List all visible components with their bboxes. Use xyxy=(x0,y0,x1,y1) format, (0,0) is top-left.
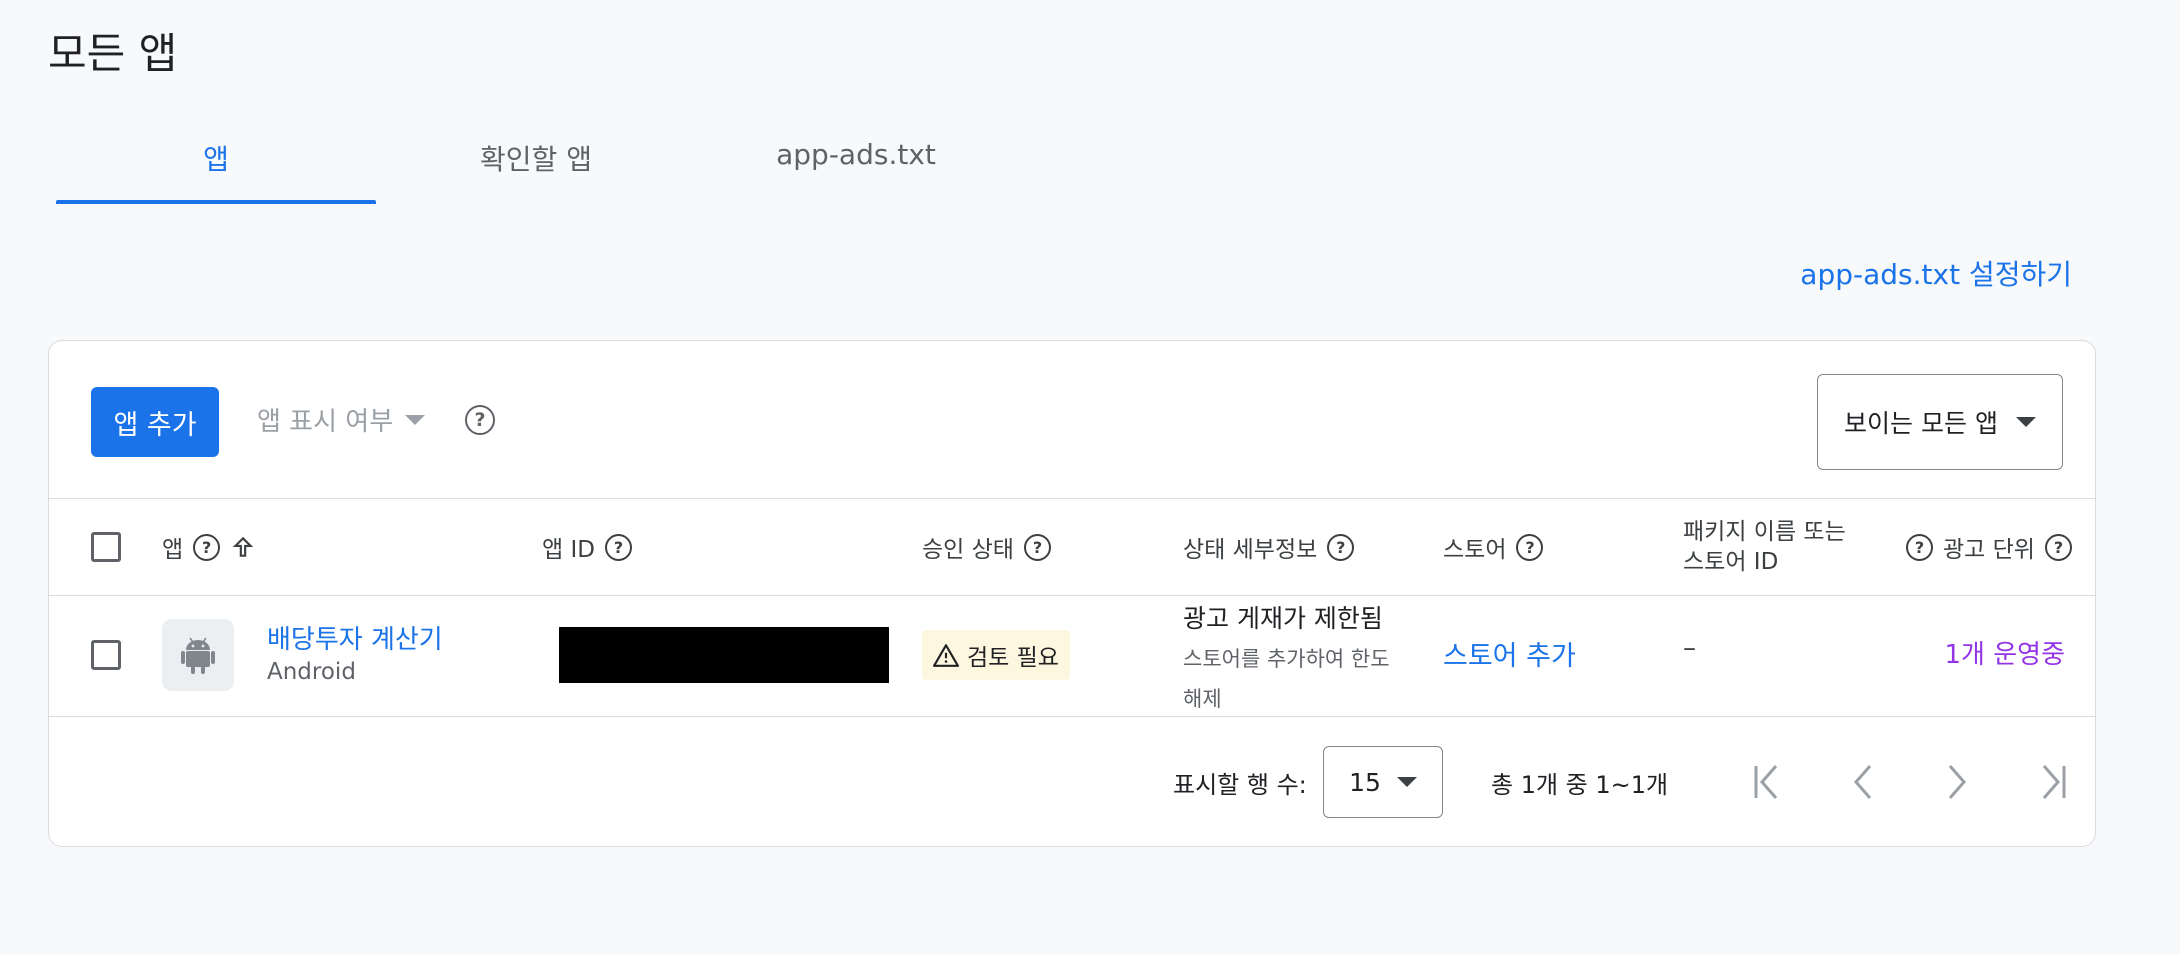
table-row: 배당투자 계산기 Android 검토 필요 광고 게재가 제한됨 스토어를 추… xyxy=(49,595,2095,716)
app-visibility-label: 앱 표시 여부 xyxy=(257,407,394,437)
column-header-app-id: 앱 ID ? xyxy=(542,499,632,595)
apps-table-card: 앱 추가 앱 표시 여부 ? 보이는 모든 앱 앱 ? 앱 ID ? 승인 상태… xyxy=(48,340,2096,847)
app-platform: Android xyxy=(267,659,356,685)
app-visibility-dropdown[interactable]: 앱 표시 여부 xyxy=(257,401,426,438)
warning-icon xyxy=(933,644,960,667)
row-checkbox[interactable] xyxy=(91,640,121,670)
status-badge-label: 검토 필요 xyxy=(967,645,1059,671)
column-header-approval-status: 승인 상태 ? xyxy=(922,499,1051,595)
status-badge: 검토 필요 xyxy=(922,630,1070,680)
column-header-store: 스토어 ? xyxy=(1443,499,1544,595)
tab-bar: 앱 확인할 앱 app-ads.txt xyxy=(56,125,1056,205)
help-icon[interactable]: ? xyxy=(1516,533,1544,561)
column-label: 스토어 xyxy=(1443,537,1507,563)
add-app-button[interactable]: 앱 추가 xyxy=(91,387,219,457)
select-all-checkbox[interactable] xyxy=(91,532,121,562)
next-page-icon[interactable] xyxy=(1933,757,1983,807)
tab-apps-to-review[interactable]: 확인할 앱 xyxy=(376,125,696,205)
rows-per-page-select[interactable]: 15 xyxy=(1323,746,1443,818)
column-header-app[interactable]: 앱 ? xyxy=(162,499,256,595)
column-label: 앱 xyxy=(162,537,184,563)
last-page-icon[interactable] xyxy=(2029,757,2079,807)
page-title: 모든 앱 xyxy=(48,29,178,78)
first-page-icon[interactable] xyxy=(1741,757,1791,807)
column-header-status-details: 상태 세부정보 ? xyxy=(1183,499,1355,595)
help-icon[interactable]: ? xyxy=(465,405,495,435)
app-ads-txt-setup-link[interactable]: app-ads.txt 설정하기 xyxy=(1800,253,2072,293)
help-icon[interactable]: ? xyxy=(193,533,221,561)
column-label: 상태 세부정보 xyxy=(1183,537,1318,563)
sort-up-arrow-icon[interactable] xyxy=(230,534,256,560)
redacted-app-id xyxy=(559,627,889,683)
table-toolbar: 앱 추가 앱 표시 여부 ? 보이는 모든 앱 xyxy=(49,341,2095,498)
add-store-link[interactable]: 스토어 추가 xyxy=(1443,634,1576,673)
status-detail-title: 광고 게재가 제한됨 xyxy=(1183,604,1383,633)
help-icon[interactable]: ? xyxy=(1906,533,1933,561)
rows-per-page-value: 15 xyxy=(1349,767,1381,797)
visibility-filter-select[interactable]: 보이는 모든 앱 xyxy=(1817,374,2063,470)
column-label: 패키지 이름 또는 스토어 ID xyxy=(1683,519,1846,575)
column-label: 앱 ID xyxy=(542,537,595,563)
ad-units-link[interactable]: 1개 운영중 xyxy=(1945,634,2066,671)
pagination-bar: 표시할 행 수: 15 총 1개 중 1~1개 xyxy=(49,717,2095,846)
column-label: 광고 단위 xyxy=(1943,537,2035,563)
column-header-package: 패키지 이름 또는 스토어 ID ? xyxy=(1683,499,1933,595)
status-detail-description: 스토어를 추가하여 한도 해제 xyxy=(1183,647,1390,711)
package-name: – xyxy=(1683,633,1696,663)
visibility-filter-value: 보이는 모든 앱 xyxy=(1844,409,1998,438)
help-icon[interactable]: ? xyxy=(1327,533,1355,561)
tab-app-ads-txt[interactable]: app-ads.txt xyxy=(696,125,1016,205)
column-label: 승인 상태 xyxy=(922,537,1014,563)
column-header-ad-units: 광고 단위 ? xyxy=(1943,499,2072,595)
app-name-link[interactable]: 배당투자 계산기 xyxy=(267,619,443,656)
pagination-range: 총 1개 중 1~1개 xyxy=(1491,771,1669,799)
help-icon[interactable]: ? xyxy=(2044,533,2072,561)
caret-down-icon xyxy=(1396,777,1417,787)
prev-page-icon[interactable] xyxy=(1837,757,1887,807)
caret-down-icon xyxy=(405,414,426,425)
caret-down-icon xyxy=(2015,417,2036,427)
tab-apps[interactable]: 앱 xyxy=(56,125,376,205)
android-icon xyxy=(162,619,234,691)
table-header: 앱 ? 앱 ID ? 승인 상태 ? 상태 세부정보 ? 스토어 ? 패키지 이… xyxy=(49,499,2095,595)
active-tab-indicator xyxy=(56,200,376,204)
help-icon[interactable]: ? xyxy=(604,533,632,561)
rows-per-page-label: 표시할 행 수: xyxy=(1173,771,1307,799)
help-icon[interactable]: ? xyxy=(1023,533,1051,561)
